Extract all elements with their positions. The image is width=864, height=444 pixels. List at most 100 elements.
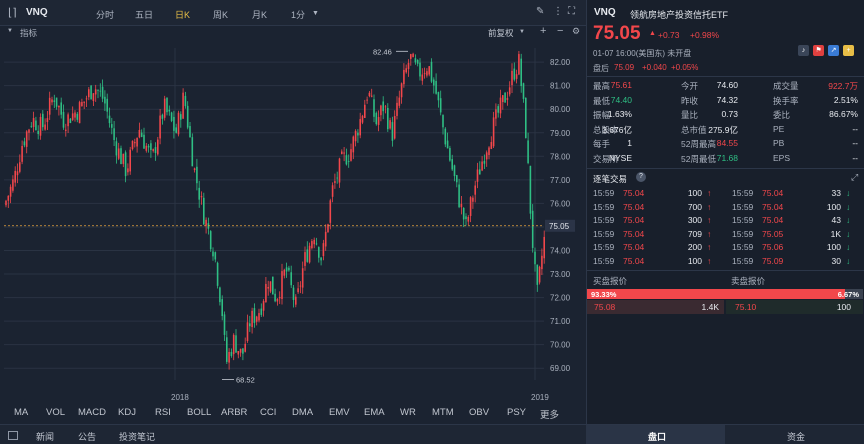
candle-body — [216, 262, 219, 286]
tab-capital[interactable]: 资金 — [787, 430, 805, 443]
indicator-9[interactable]: EMV — [329, 407, 350, 418]
panel-icon[interactable] — [8, 431, 18, 440]
candle-body — [115, 141, 118, 156]
indicator-14[interactable]: PSY — [507, 407, 526, 418]
candle-body — [16, 171, 19, 176]
price-tick-label: 74.00 — [550, 246, 571, 255]
candle-body — [320, 257, 322, 261]
add-icon[interactable]: + — [843, 45, 854, 56]
candle-body — [456, 175, 458, 183]
candle-body — [412, 53, 414, 58]
pencil-icon[interactable]: ✎ — [536, 6, 544, 17]
candle-body — [269, 281, 272, 292]
indicator-3[interactable]: KDJ — [118, 407, 136, 418]
candle-body — [37, 130, 39, 135]
indicator-5[interactable]: BOLL — [187, 407, 211, 418]
adjust-select[interactable]: 前复权 — [488, 27, 514, 39]
indicator-subbar: ▼ 指标 前复权 ▼ + − ⚙ — [0, 25, 586, 40]
candle-body — [239, 348, 242, 353]
bell-icon[interactable]: ♪ — [798, 45, 809, 56]
indicator-7[interactable]: CCI — [260, 407, 276, 418]
indicator-15[interactable]: 更多 — [540, 407, 559, 421]
indicator-1[interactable]: VOL — [46, 407, 65, 418]
candle-body — [28, 129, 30, 133]
tick-time: 15:59 — [593, 228, 615, 239]
indicator-10[interactable]: EMA — [364, 407, 385, 418]
indicator-8[interactable]: DMA — [292, 407, 313, 418]
candle-body — [382, 101, 384, 112]
tab-daily-k[interactable]: 日K — [175, 8, 190, 21]
candle-body — [122, 153, 125, 164]
tab-investment-notes[interactable]: 投资笔记 — [119, 430, 155, 443]
tick-price: 75.04 — [623, 201, 645, 212]
quote-symbol: VNQ — [594, 7, 616, 18]
flag-icon[interactable]: ⚑ — [813, 45, 824, 56]
candle-body — [423, 73, 426, 75]
grid-icon[interactable]: ⋮ — [553, 6, 563, 17]
down-arrow-icon: ↓ — [846, 215, 851, 225]
candle-body — [253, 308, 256, 323]
tab-weekly-k[interactable]: 周K — [213, 8, 228, 21]
tab-orderbook[interactable]: 盘口 — [648, 430, 666, 443]
tab-news[interactable]: 新闻 — [36, 430, 54, 443]
candle-body — [357, 132, 359, 136]
candle-body — [338, 158, 341, 183]
stat-value: 84.55 — [716, 138, 738, 148]
indicator-4[interactable]: RSI — [155, 407, 171, 418]
candle-body — [407, 62, 410, 70]
candle-body — [272, 276, 274, 295]
tick-time: 15:59 — [732, 242, 754, 252]
share-icon[interactable]: ↗ — [828, 45, 839, 56]
tick-volume: 1K — [830, 228, 841, 239]
candle-body — [140, 132, 143, 137]
candlestick-chart[interactable]: 82.0081.0080.0079.0078.0077.0076.0075.00… — [0, 40, 586, 402]
help-icon[interactable]: ? — [636, 172, 646, 182]
chart-canvas[interactable]: 82.0081.0080.0079.0078.0077.0076.0075.00… — [0, 40, 586, 402]
candle-body — [416, 59, 419, 64]
indicator-2[interactable]: MACD — [78, 407, 106, 418]
bottom-bar: 新闻 公告 投资笔记 盘口 资金 — [0, 424, 864, 444]
candle-body — [444, 128, 447, 145]
collapse-icon[interactable]: ▼ — [7, 28, 13, 34]
tab-announcements[interactable]: 公告 — [78, 430, 96, 443]
candle-body — [398, 97, 401, 106]
price-tick-label: 72.00 — [550, 294, 571, 303]
candle-body — [81, 102, 83, 107]
tick-volume: 709 — [687, 228, 702, 239]
tab-monthly-k[interactable]: 月K — [252, 8, 267, 21]
candle-body — [347, 161, 350, 162]
indicator-13[interactable]: OBV — [469, 407, 489, 418]
tab-one-minute[interactable]: 1分 — [291, 8, 305, 21]
candle-body — [19, 162, 21, 172]
stat-value: 1 — [627, 138, 632, 148]
candle-body — [182, 92, 184, 119]
zoom-in-icon[interactable]: + — [540, 25, 546, 37]
candle-body — [230, 351, 233, 356]
tab-five-day[interactable]: 五日 — [135, 8, 153, 21]
tick-price: 75.04 — [623, 215, 645, 225]
candle-body — [209, 231, 212, 250]
quote-name: 领航房地产投资信托ETF — [630, 10, 728, 20]
chevron-down-icon[interactable]: ▼ — [519, 29, 525, 35]
chevron-down-icon[interactable]: ▼ — [312, 10, 319, 17]
ask-pct: 6.67% — [837, 290, 859, 299]
expand-icon[interactable]: ⤢ — [851, 172, 858, 183]
indicator-6[interactable]: ARBR — [221, 407, 247, 418]
indicator-12[interactable]: MTM — [432, 407, 454, 418]
candle-body — [504, 92, 506, 103]
bid-row: 75.08 1.4K — [587, 300, 724, 314]
bracket-icon[interactable]: ⌊⌉ — [8, 6, 17, 19]
candle-body — [292, 287, 295, 300]
candle-body — [536, 264, 539, 285]
zoom-out-icon[interactable]: − — [557, 25, 563, 37]
expand-icon[interactable]: ⛶ — [568, 6, 575, 17]
indicator-0[interactable]: MA — [14, 407, 28, 418]
settings-icon[interactable]: ⚙ — [572, 26, 580, 37]
indicator-11[interactable]: WR — [400, 407, 416, 418]
candle-body — [499, 97, 502, 114]
tab-timeshare[interactable]: 分时 — [96, 8, 114, 21]
bid-ask-ratio-bar: 93.33% 6.67% — [587, 289, 863, 299]
candle-body — [520, 58, 522, 87]
candle-body — [527, 140, 529, 164]
indicator-label[interactable]: 指标 — [20, 27, 37, 39]
